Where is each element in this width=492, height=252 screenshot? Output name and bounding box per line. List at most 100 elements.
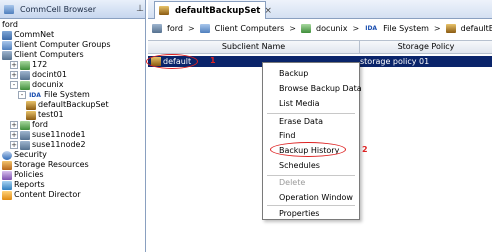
client-computers-icon xyxy=(2,50,12,60)
breadcrumb-separator: > xyxy=(289,24,296,33)
tree-item[interactable]: +172 xyxy=(0,60,145,70)
backupset-icon xyxy=(445,24,456,33)
policies-icon xyxy=(2,170,12,180)
commcell-browser-icon xyxy=(4,4,14,14)
file-system-icon: IDA xyxy=(364,24,379,33)
client-icon xyxy=(20,80,30,90)
tree-item[interactable]: Client Computer Groups xyxy=(0,40,145,50)
tree-item[interactable]: Content Director xyxy=(0,190,145,200)
computer-icon xyxy=(20,130,30,140)
menu-separator xyxy=(267,205,355,206)
callout-oval-default xyxy=(146,54,198,69)
tree-item-label: suse11node2 xyxy=(32,140,86,149)
breadcrumb: ford > Client Computers > docunix > IDA … xyxy=(148,19,492,38)
tree-item-label: ford xyxy=(32,120,48,129)
commcell-icon xyxy=(152,24,162,33)
tree-item-label: Content Director xyxy=(14,190,81,199)
column-storage-policy[interactable]: Storage Policy xyxy=(360,41,492,53)
client-groups-icon xyxy=(2,40,12,50)
tree-item-label: Reports xyxy=(14,180,45,189)
content-director-icon xyxy=(2,190,12,200)
breadcrumb-separator: > xyxy=(187,24,195,33)
tree-item-label: defaultBackupSet xyxy=(38,100,109,109)
tree-item-label: 172 xyxy=(32,60,48,69)
breadcrumb-item-docunix[interactable]: docunix xyxy=(316,24,347,33)
tree-item-label: suse11node1 xyxy=(32,130,86,139)
tree-item[interactable]: Client Computers xyxy=(0,50,145,60)
tree-item[interactable]: Reports xyxy=(0,180,145,190)
breadcrumb-item-client-computers[interactable]: Client Computers xyxy=(215,24,285,33)
expand-icon[interactable]: + xyxy=(10,71,18,79)
computer-icon xyxy=(20,140,30,150)
pin-icon[interactable]: ⊥ xyxy=(135,4,145,14)
client-computers-icon xyxy=(199,24,210,33)
menu-item-schedules[interactable]: Schedules xyxy=(279,161,320,170)
tree-item[interactable]: defaultBackupSet xyxy=(0,100,145,110)
client-icon xyxy=(20,120,30,130)
tab-defaultbackupset[interactable]: defaultBackupSet × xyxy=(154,1,272,19)
commcell-browser-header: CommCell Browser ⊥ xyxy=(0,0,145,19)
tree-item-label: Policies xyxy=(14,170,44,179)
menu-item-backup[interactable]: Backup xyxy=(279,69,308,78)
expand-icon[interactable]: + xyxy=(10,141,18,149)
computer-icon xyxy=(20,70,30,80)
menu-item-properties[interactable]: Properties xyxy=(279,209,319,218)
expand-icon[interactable]: + xyxy=(10,131,18,139)
backupset-icon xyxy=(26,100,36,110)
menu-separator xyxy=(267,113,355,114)
menu-item-erase-data[interactable]: Erase Data xyxy=(279,117,323,126)
storage-icon xyxy=(2,160,12,170)
client-icon xyxy=(20,60,30,70)
commnet-icon xyxy=(2,30,12,40)
file-system-icon: IDA xyxy=(28,90,42,100)
tree-item-label: Security xyxy=(14,150,47,159)
tree-item[interactable]: Security xyxy=(0,150,145,160)
collapse-icon[interactable]: - xyxy=(18,91,26,99)
context-menu: Backup Browse Backup Data List Media Era… xyxy=(262,62,362,220)
menu-separator xyxy=(267,175,355,176)
breadcrumb-separator: > xyxy=(433,24,441,33)
tree-item-label: docint01 xyxy=(32,70,67,79)
breadcrumb-item-file-system[interactable]: File System xyxy=(383,24,429,33)
tree-item[interactable]: Storage Resources xyxy=(0,160,145,170)
commcell-browser-panel: CommCell Browser ⊥ ford CommNet Client Com… xyxy=(0,0,146,252)
collapse-icon[interactable]: - xyxy=(10,81,18,89)
tree-item-label: CommNet xyxy=(14,30,55,39)
expand-icon[interactable]: + xyxy=(10,121,18,129)
menu-item-find[interactable]: Find xyxy=(279,131,295,140)
tree-item[interactable]: + suse11node2 xyxy=(0,140,145,150)
table-header: Subclient Name Storage Policy xyxy=(148,40,492,54)
backupset-icon xyxy=(26,110,36,120)
tree-item[interactable]: test01 xyxy=(0,110,145,120)
tree-item[interactable]: ford xyxy=(0,20,145,30)
tree-item-label: docunix xyxy=(32,80,64,89)
expand-icon[interactable]: + xyxy=(10,61,18,69)
callout-oval-backup-history xyxy=(270,142,346,157)
tree-item-label: Client Computer Groups xyxy=(14,40,111,49)
tree-item[interactable]: + docint01 xyxy=(0,70,145,80)
tree-item[interactable]: - IDA File System xyxy=(0,90,145,100)
backupset-icon xyxy=(159,6,169,15)
storage-policy-cell: storage policy 01 xyxy=(360,57,430,66)
tree-item-label: test01 xyxy=(38,110,64,119)
column-subclient-name[interactable]: Subclient Name xyxy=(148,41,360,53)
breadcrumb-item-defaultbackupset[interactable]: defaultBackupSet xyxy=(461,24,492,33)
menu-item-operation-window[interactable]: Operation Window xyxy=(279,193,353,202)
tree-item[interactable]: + suse11node1 xyxy=(0,130,145,140)
tab-bar: defaultBackupSet × xyxy=(148,0,492,19)
menu-item-list-media[interactable]: List Media xyxy=(279,99,320,108)
breadcrumb-separator: > xyxy=(352,24,360,33)
tree-item[interactable]: - docunix xyxy=(0,80,145,90)
reports-icon xyxy=(2,180,12,190)
security-icon xyxy=(2,150,12,160)
menu-item-browse-backup-data[interactable]: Browse Backup Data xyxy=(279,84,362,93)
tree-item[interactable]: + ford xyxy=(0,120,145,130)
menu-item-delete: Delete xyxy=(279,178,306,187)
client-icon xyxy=(300,24,311,33)
tree-item[interactable]: CommNet xyxy=(0,30,145,40)
tree-item-label: Client Computers xyxy=(14,50,84,59)
tree-item[interactable]: Policies xyxy=(0,170,145,180)
close-icon[interactable]: × xyxy=(264,6,272,16)
tree-item-label: Storage Resources xyxy=(14,160,89,169)
breadcrumb-item-ford[interactable]: ford xyxy=(167,24,183,33)
